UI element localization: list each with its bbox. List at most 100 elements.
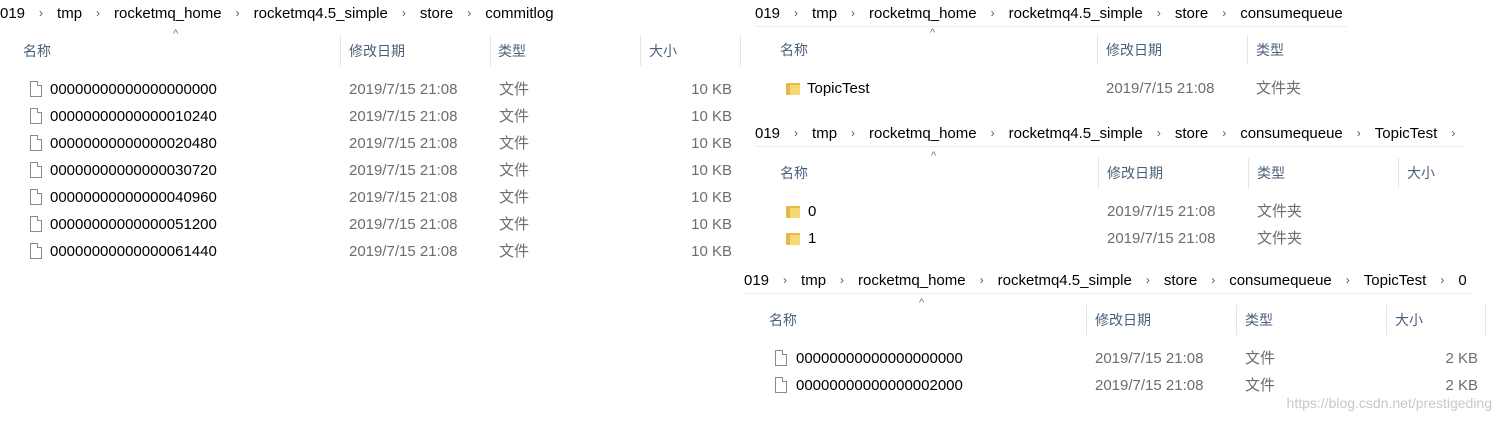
- breadcrumb-item[interactable]: store: [416, 5, 457, 22]
- breadcrumb-item[interactable]: TopicTest: [1360, 272, 1431, 289]
- breadcrumb-item[interactable]: 019: [0, 5, 29, 22]
- chevron-right-icon[interactable]: ›: [392, 6, 416, 20]
- folder-row[interactable]: TopicTest 2019/7/15 21:08 文件夹: [755, 75, 1496, 102]
- breadcrumb-item[interactable]: rocketmq4.5_simple: [1005, 125, 1147, 142]
- column-divider[interactable]: [1485, 305, 1486, 335]
- chevron-right-icon[interactable]: ›: [1430, 273, 1454, 287]
- breadcrumb-item[interactable]: tmp: [808, 125, 841, 142]
- column-header-date[interactable]: 修改日期: [1106, 35, 1162, 65]
- column-header-date[interactable]: 修改日期: [349, 36, 405, 66]
- chevron-right-icon[interactable]: ›: [841, 6, 865, 20]
- chevron-right-icon[interactable]: ›: [1147, 126, 1171, 140]
- file-size: 10 KB: [691, 162, 732, 179]
- file-row[interactable]: 00000000000000000000 2019/7/15 21:08 文件 …: [744, 345, 1496, 372]
- chevron-right-icon[interactable]: ›: [1441, 126, 1465, 140]
- column-header-name[interactable]: 名称: [769, 305, 797, 335]
- folder-row[interactable]: 1 2019/7/15 21:08 文件夹: [755, 225, 1496, 252]
- column-divider[interactable]: [1386, 305, 1387, 335]
- column-divider[interactable]: [1248, 158, 1249, 188]
- chevron-right-icon[interactable]: ›: [784, 126, 808, 140]
- column-header-date[interactable]: 修改日期: [1095, 305, 1151, 335]
- chevron-right-icon[interactable]: ›: [29, 6, 53, 20]
- chevron-right-icon[interactable]: ›: [1212, 126, 1236, 140]
- file-name: 00000000000000020480: [50, 135, 217, 152]
- column-divider[interactable]: [1098, 158, 1099, 188]
- column-header-type[interactable]: 类型: [1256, 35, 1284, 65]
- breadcrumb-item[interactable]: store: [1171, 5, 1212, 22]
- column-divider[interactable]: [1236, 305, 1237, 335]
- column-divider[interactable]: [740, 36, 741, 66]
- chevron-right-icon[interactable]: ›: [1136, 273, 1160, 287]
- breadcrumb-item[interactable]: rocketmq_home: [865, 125, 981, 142]
- file-row[interactable]: 00000000000000000000 2019/7/15 21:08 文件 …: [0, 76, 745, 103]
- column-header-name[interactable]: 名称: [780, 35, 808, 65]
- column-header-size[interactable]: 大小: [1395, 305, 1423, 335]
- file-name: 00000000000000002000: [796, 377, 963, 394]
- folder-icon: [786, 205, 800, 218]
- chevron-right-icon[interactable]: ›: [1347, 126, 1371, 140]
- breadcrumb-item[interactable]: rocketmq_home: [110, 5, 226, 22]
- column-header-size[interactable]: 大小: [1407, 158, 1435, 188]
- breadcrumb-item[interactable]: 019: [755, 5, 784, 22]
- breadcrumb-item[interactable]: TopicTest: [1371, 125, 1442, 142]
- column-header-type[interactable]: 类型: [1245, 305, 1273, 335]
- chevron-right-icon[interactable]: ›: [1201, 273, 1225, 287]
- breadcrumb-item[interactable]: commitlog: [481, 5, 557, 22]
- breadcrumb-item[interactable]: consumequeue: [1236, 5, 1347, 22]
- file-row[interactable]: 00000000000000010240 2019/7/15 21:08 文件 …: [0, 103, 745, 130]
- chevron-right-icon[interactable]: ›: [981, 6, 1005, 20]
- chevron-right-icon[interactable]: ›: [1336, 273, 1360, 287]
- folder-date: 2019/7/15 21:08: [1107, 203, 1216, 220]
- column-divider[interactable]: [1086, 305, 1087, 335]
- chevron-right-icon[interactable]: ›: [841, 126, 865, 140]
- breadcrumb-item[interactable]: consumequeue: [1225, 272, 1336, 289]
- chevron-right-icon[interactable]: ›: [981, 126, 1005, 140]
- breadcrumb-item[interactable]: 019: [744, 272, 773, 289]
- column-divider[interactable]: [640, 36, 641, 66]
- folder-type: 文件夹: [1256, 80, 1302, 97]
- column-header-size[interactable]: 大小: [649, 36, 677, 66]
- column-header-type[interactable]: 类型: [498, 36, 526, 66]
- breadcrumb-item[interactable]: tmp: [53, 5, 86, 22]
- chevron-right-icon[interactable]: ›: [457, 6, 481, 20]
- chevron-right-icon[interactable]: ›: [86, 6, 110, 20]
- breadcrumb-item[interactable]: store: [1160, 272, 1201, 289]
- column-header-name[interactable]: 名称: [23, 36, 51, 66]
- file-row[interactable]: 00000000000000061440 2019/7/15 21:08 文件 …: [0, 238, 745, 265]
- file-row[interactable]: 00000000000000030720 2019/7/15 21:08 文件 …: [0, 157, 745, 184]
- column-divider[interactable]: [1247, 35, 1248, 65]
- folder-type: 文件夹: [1257, 230, 1303, 247]
- breadcrumb-item[interactable]: rocketmq_home: [854, 272, 970, 289]
- chevron-right-icon[interactable]: ›: [226, 6, 250, 20]
- breadcrumb-item[interactable]: 019: [755, 125, 784, 142]
- chevron-right-icon[interactable]: ›: [784, 6, 808, 20]
- chevron-right-icon[interactable]: ›: [773, 273, 797, 287]
- folder-row[interactable]: 0 2019/7/15 21:08 文件夹: [755, 198, 1496, 225]
- file-type: 文件: [499, 135, 530, 152]
- column-header-date[interactable]: 修改日期: [1107, 158, 1163, 188]
- chevron-right-icon[interactable]: ›: [970, 273, 994, 287]
- breadcrumb-item[interactable]: consumequeue: [1236, 125, 1347, 142]
- column-header-name[interactable]: 名称: [780, 158, 808, 188]
- column-divider[interactable]: [1398, 158, 1399, 188]
- breadcrumb-item[interactable]: rocketmq_home: [865, 5, 981, 22]
- breadcrumb-item[interactable]: tmp: [808, 5, 841, 22]
- breadcrumb-item[interactable]: rocketmq4.5_simple: [1005, 5, 1147, 22]
- chevron-right-icon[interactable]: ›: [1212, 6, 1236, 20]
- chevron-right-icon[interactable]: ›: [830, 273, 854, 287]
- breadcrumb: 019 › tmp › rocketmq_home › rocketmq4.5_sim…: [744, 267, 1471, 294]
- column-header-row: ^ 名称 修改日期 类型 大小: [0, 28, 745, 66]
- breadcrumb-item[interactable]: rocketmq4.5_simple: [250, 5, 392, 22]
- file-row[interactable]: 00000000000000040960 2019/7/15 21:08 文件 …: [0, 184, 745, 211]
- file-row[interactable]: 00000000000000051200 2019/7/15 21:08 文件 …: [0, 211, 745, 238]
- column-divider[interactable]: [490, 36, 491, 66]
- breadcrumb-item[interactable]: tmp: [797, 272, 830, 289]
- file-row[interactable]: 00000000000000020480 2019/7/15 21:08 文件 …: [0, 130, 745, 157]
- chevron-right-icon[interactable]: ›: [1147, 6, 1171, 20]
- column-header-type[interactable]: 类型: [1257, 158, 1285, 188]
- breadcrumb-item[interactable]: store: [1171, 125, 1212, 142]
- column-divider[interactable]: [340, 36, 341, 66]
- breadcrumb-item[interactable]: rocketmq4.5_simple: [994, 272, 1136, 289]
- column-divider[interactable]: [1097, 35, 1098, 65]
- breadcrumb-item[interactable]: 0: [1454, 272, 1470, 289]
